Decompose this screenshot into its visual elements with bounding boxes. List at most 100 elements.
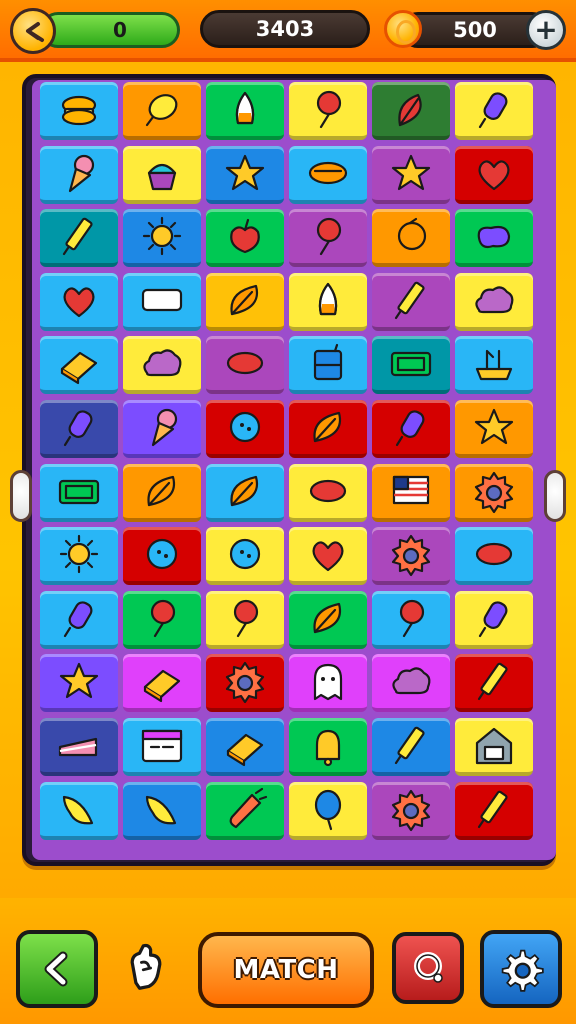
tile-button[interactable]	[123, 527, 201, 586]
tile-heart[interactable]	[289, 527, 367, 586]
tile-bread[interactable]	[289, 145, 367, 204]
tile-butter[interactable]	[40, 336, 118, 395]
tile-popsicle[interactable]	[40, 400, 118, 458]
tile-cloud[interactable]	[372, 654, 450, 713]
tile-gear[interactable]	[372, 781, 450, 840]
tile-cupcake[interactable]	[123, 145, 201, 204]
tile-bean[interactable]	[206, 336, 284, 395]
tile-crayon[interactable]	[455, 654, 533, 713]
tile-star[interactable]	[40, 654, 118, 713]
match-label: MATCH	[233, 955, 339, 985]
replay-button[interactable]	[392, 932, 464, 1004]
tile-gear[interactable]	[206, 654, 284, 713]
tile-popsicle[interactable]	[40, 590, 118, 649]
tile-ice-cream-cone[interactable]	[40, 145, 118, 204]
tile-tray[interactable]	[455, 336, 533, 395]
tile-lollipop[interactable]	[289, 209, 367, 268]
hint-button[interactable]	[118, 938, 174, 998]
settings-button[interactable]	[480, 930, 562, 1008]
tile-ice-cream-cone[interactable]	[123, 400, 201, 458]
tile-leaf[interactable]	[123, 463, 201, 522]
bean-icon	[226, 352, 264, 375]
tile-cloud[interactable]	[455, 272, 533, 331]
tile-button[interactable]	[206, 527, 284, 586]
tile-lollipop[interactable]	[123, 590, 201, 649]
tile-candy-corn[interactable]	[289, 272, 367, 331]
tile-red-leaf[interactable]	[372, 82, 450, 140]
tile-sun[interactable]	[40, 527, 118, 586]
sun-icon	[59, 535, 99, 574]
tile-balloon[interactable]	[289, 781, 367, 840]
tile-leaf[interactable]	[289, 400, 367, 458]
tile-gear[interactable]	[372, 527, 450, 586]
tile-flag[interactable]	[372, 463, 450, 522]
tile-lollipop[interactable]	[206, 590, 284, 649]
candy-corn-icon	[318, 282, 338, 315]
tile-banana[interactable]	[40, 781, 118, 840]
back-button[interactable]	[10, 8, 56, 54]
gear-icon	[391, 535, 431, 577]
tile-crayon[interactable]	[455, 781, 533, 840]
leaf-icon	[230, 475, 259, 506]
tile-leaf[interactable]	[289, 590, 367, 649]
tile-popsicle[interactable]	[455, 82, 533, 140]
tile-macaron[interactable]	[40, 82, 118, 140]
tile-ticket[interactable]	[40, 463, 118, 522]
tile-heart[interactable]	[40, 272, 118, 331]
butter-icon	[143, 670, 181, 703]
tile-bandage[interactable]	[123, 272, 201, 331]
tile-crayon[interactable]	[40, 209, 118, 268]
tile-gear[interactable]	[455, 463, 533, 522]
popsicle-icon	[395, 410, 425, 447]
tile-orange[interactable]	[372, 209, 450, 268]
tile-leaf[interactable]	[206, 272, 284, 331]
tile-star[interactable]	[372, 145, 450, 204]
tile-heart[interactable]	[455, 145, 533, 204]
tile-sun[interactable]	[123, 209, 201, 268]
tile-button[interactable]	[206, 400, 284, 458]
tile-candy-corn[interactable]	[206, 82, 284, 140]
tile-bean[interactable]	[455, 527, 533, 586]
gear-icon	[474, 471, 514, 513]
crayon-icon	[62, 217, 93, 256]
match-button[interactable]: MATCH	[198, 932, 374, 1008]
replay-icon	[414, 952, 443, 983]
tile-cake[interactable]	[40, 718, 118, 776]
tile-carrot[interactable]	[206, 781, 284, 840]
previous-button[interactable]	[16, 930, 98, 1008]
button-icon	[146, 539, 178, 570]
leaf-icon	[313, 411, 342, 443]
tile-crayon[interactable]	[372, 272, 450, 331]
tile-popsicle[interactable]	[455, 590, 533, 649]
cupcake-icon	[147, 163, 177, 190]
tile-lollipop[interactable]	[289, 82, 367, 140]
leaf-icon	[230, 284, 259, 315]
tile-star[interactable]	[455, 400, 533, 458]
tile-blob[interactable]	[455, 209, 533, 268]
tile-bell[interactable]	[289, 718, 367, 776]
add-coins-button[interactable]: +	[526, 10, 566, 50]
tile-lollipop[interactable]	[372, 590, 450, 649]
tile-calendar[interactable]	[123, 718, 201, 776]
tile-crayon[interactable]	[372, 718, 450, 776]
tile-butter[interactable]	[123, 654, 201, 713]
score-value: 0	[113, 18, 127, 42]
tile-banana[interactable]	[123, 781, 201, 840]
tile-leaf[interactable]	[206, 463, 284, 522]
tile-popsicle[interactable]	[372, 400, 450, 458]
tile-apple[interactable]	[206, 209, 284, 268]
tile-house[interactable]	[455, 718, 533, 776]
tile-ticket[interactable]	[372, 336, 450, 395]
tile-lemon[interactable]	[123, 82, 201, 140]
tile-star[interactable]	[206, 145, 284, 204]
tile-bean[interactable]	[289, 463, 367, 522]
tile-juice-box[interactable]	[289, 336, 367, 395]
star-icon	[391, 154, 431, 190]
cake-icon	[58, 737, 98, 757]
tile-butter[interactable]	[206, 718, 284, 776]
juice-box-icon	[313, 344, 343, 381]
tile-ghost[interactable]	[289, 654, 367, 713]
orange-icon	[397, 218, 427, 251]
right-board-handle	[544, 470, 566, 522]
tile-cloud[interactable]	[123, 336, 201, 395]
